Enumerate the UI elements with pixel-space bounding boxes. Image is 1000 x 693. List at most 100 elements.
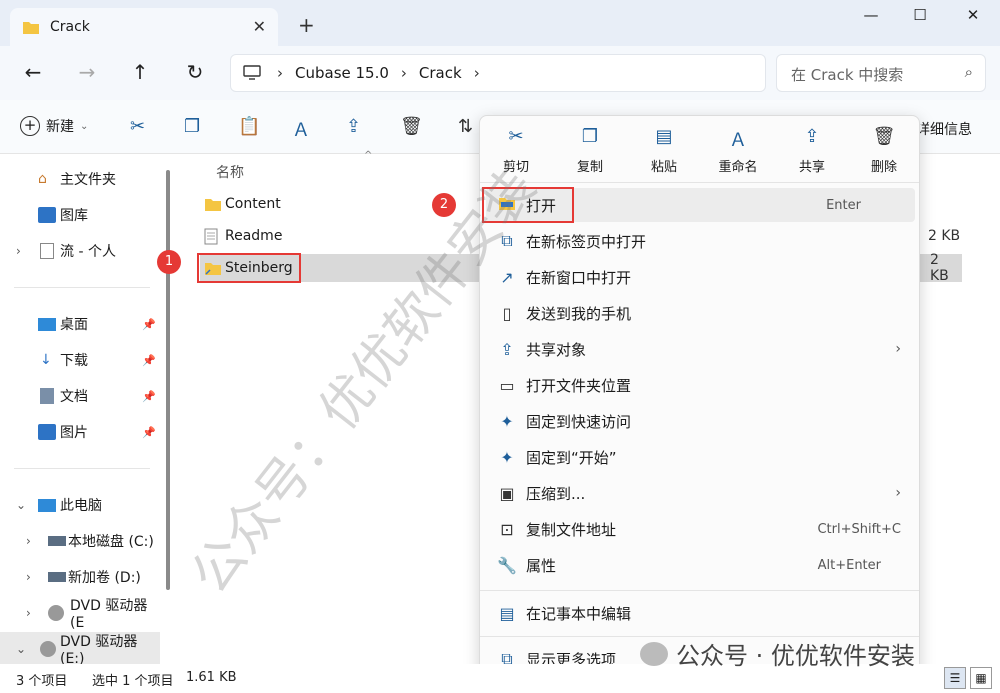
chevron-right-icon[interactable]: › [26, 534, 31, 548]
tab-title: Crack [50, 19, 90, 35]
sidebar-item-label: DVD 驱动器 (E [70, 598, 148, 631]
share-icon[interactable]: ⇪ [346, 116, 361, 137]
menu-share-button[interactable]: ⇪ 共享 [780, 126, 844, 175]
details-button[interactable]: 详细信息 [916, 119, 972, 139]
sidebar-item-home[interactable]: ⌂ 主文件夹 [0, 162, 160, 196]
minimize-button[interactable]: — [856, 6, 886, 24]
paste-icon: ▤ [655, 126, 673, 147]
pc-icon [38, 498, 56, 512]
address-bar[interactable]: › Cubase 15.0 › Crack › [230, 54, 766, 92]
copy-icon[interactable]: ❐ [184, 116, 200, 137]
sidebar-item-pictures[interactable]: 图片 📌 [0, 415, 160, 449]
sidebar-item-gallery[interactable]: 图库 [0, 198, 160, 232]
cut-icon[interactable]: ✂ [130, 116, 145, 137]
column-header-name[interactable]: 名称 [216, 162, 244, 182]
up-button[interactable]: ↑ [127, 60, 153, 84]
breadcrumb-crack[interactable]: Crack [419, 64, 462, 82]
pin-icon[interactable]: 📌 [142, 426, 156, 439]
details-view-button[interactable]: ☰ [944, 667, 966, 689]
menu-tool-label: 粘贴 [650, 160, 677, 175]
menu-paste-button[interactable]: ▤ 粘贴 [632, 126, 696, 175]
menu-item-pin-quick-access[interactable]: ✦ 固定到快速访问 [486, 404, 915, 438]
menu-item-label: 打开文件夹位置 [526, 376, 632, 395]
menu-item-properties[interactable]: 🔧 属性 Alt+Enter [486, 548, 915, 582]
menu-copy-button[interactable]: ❐ 复制 [558, 126, 622, 175]
back-button[interactable]: ← [20, 60, 46, 84]
chevron-down-icon[interactable]: ⌄ [16, 498, 26, 512]
paste-icon[interactable]: 📋 [238, 116, 260, 137]
sidebar-item-label: 流 - 个人 [60, 244, 116, 260]
chevron-right-icon[interactable]: › [26, 606, 31, 620]
delete-icon[interactable]: 🗑 [400, 116, 423, 137]
chevron-right-icon: › [400, 64, 407, 82]
file-icon [40, 243, 54, 259]
folder-icon [23, 22, 39, 34]
chevron-right-icon[interactable]: › [16, 244, 21, 258]
archive-icon: ▣ [499, 483, 515, 503]
search-input[interactable]: 在 Crack 中搜索 ⌕ [776, 54, 986, 92]
menu-item-share[interactable]: ⇪ 共享对象 › [486, 332, 915, 366]
gallery-icon [38, 207, 56, 223]
close-button[interactable]: ✕ [958, 6, 988, 24]
sidebar-item-dvd-e[interactable]: › DVD 驱动器 (E [0, 596, 160, 631]
tiles-view-button[interactable]: ▦ [970, 667, 992, 689]
copy-path-icon: ⊡ [500, 519, 514, 539]
forward-button[interactable]: → [74, 60, 100, 84]
sidebar-item-stream[interactable]: › 流 - 个人 [0, 234, 160, 268]
status-item-count: 3 个项目 [16, 674, 68, 689]
menu-tool-label: 重命名 [718, 160, 758, 175]
menu-item-copy-path[interactable]: ⊡ 复制文件地址 Ctrl+Shift+C [486, 512, 915, 546]
text-file-icon [204, 228, 218, 244]
sidebar-item-drive-d[interactable]: › 新加卷 (D:) [0, 560, 160, 594]
breadcrumb-cubase[interactable]: Cubase 15.0 [295, 64, 389, 82]
new-tab-button[interactable]: + [298, 13, 315, 37]
sidebar-item-dvd-e-expanded[interactable]: ⌄ DVD 驱动器 (E:) [0, 632, 160, 667]
new-button[interactable]: + 新建 ⌄ [20, 116, 88, 136]
phone-icon: ▯ [502, 303, 512, 323]
chevron-right-icon: › [895, 341, 901, 357]
chevron-right-icon[interactable]: › [26, 570, 31, 584]
sidebar-item-this-pc[interactable]: ⌄ 此电脑 [0, 488, 160, 522]
menu-tool-label: 删除 [870, 160, 897, 175]
tab-crack[interactable]: Crack ✕ [10, 8, 278, 46]
folder-outline-icon: ▭ [499, 375, 515, 395]
menu-item-send-to-phone[interactable]: ▯ 发送到我的手机 [486, 296, 915, 330]
menu-item-shortcut: Enter [826, 197, 861, 213]
menu-tool-label: 复制 [576, 160, 603, 175]
sidebar-item-label: 下载 [60, 353, 88, 369]
sidebar-item-label: 本地磁盘 (C:) [68, 534, 154, 550]
sort-icon[interactable]: ⇅ [458, 116, 473, 137]
file-name: Content [225, 196, 281, 212]
menu-item-open-new-window[interactable]: ↗ 在新窗口中打开 [486, 260, 915, 294]
chevron-down-icon[interactable]: ⌄ [16, 642, 26, 656]
tab-close-icon[interactable]: ✕ [253, 17, 266, 36]
sidebar-scrollbar[interactable] [166, 170, 170, 590]
menu-rename-button[interactable]: Ａ 重命名 [706, 126, 770, 175]
menu-item-compress[interactable]: ▣ 压缩到... › [486, 476, 915, 510]
delete-icon: 🗑 [872, 126, 896, 147]
highlight-box-steinberg [197, 253, 301, 283]
refresh-button[interactable]: ↻ [182, 60, 208, 84]
dvd-icon [40, 641, 56, 657]
sidebar-item-downloads[interactable]: ↓ 下载 📌 [0, 343, 160, 377]
sidebar-item-desktop[interactable]: 桌面 📌 [0, 307, 160, 341]
sidebar-item-documents[interactable]: 文档 📌 [0, 379, 160, 413]
file-size: 2 KB [930, 252, 949, 284]
chevron-right-icon: › [277, 64, 283, 82]
maximize-button[interactable]: ☐ [905, 6, 935, 24]
pin-icon[interactable]: 📌 [142, 354, 156, 367]
sort-arrow-icon: ^ [364, 150, 373, 161]
menu-item-pin-start[interactable]: ✦ 固定到“开始” [486, 440, 915, 474]
pin-icon[interactable]: 📌 [142, 390, 156, 403]
menu-item-label: 固定到快速访问 [526, 412, 632, 431]
menu-item-edit-notepad[interactable]: ▤ 在记事本中编辑 [486, 596, 915, 630]
rename-icon[interactable]: Ａ [292, 116, 310, 142]
menu-item-open-folder-location[interactable]: ▭ 打开文件夹位置 [486, 368, 915, 402]
pin-icon[interactable]: 📌 [142, 318, 156, 331]
menu-delete-button[interactable]: 🗑 删除 [852, 126, 916, 175]
search-placeholder: 在 Crack 中搜索 [791, 66, 904, 84]
sidebar-item-drive-c[interactable]: › 本地磁盘 (C:) [0, 524, 160, 558]
share-icon: ⇪ [804, 126, 820, 147]
menu-item-open-new-tab[interactable]: ⧉ 在新标签页中打开 [486, 224, 915, 258]
sidebar-item-label: 文档 [60, 389, 88, 405]
